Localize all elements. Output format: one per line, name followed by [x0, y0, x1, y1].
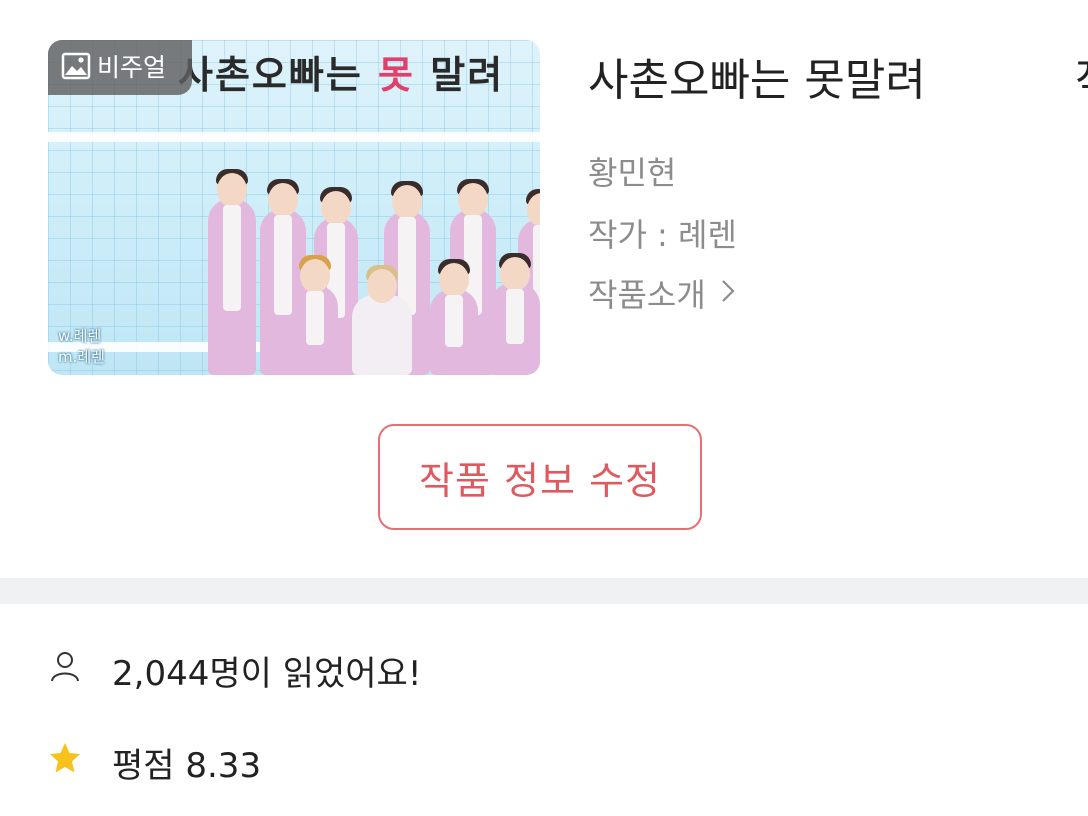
edit-work-info-button[interactable]: 작품 정보 수정	[378, 424, 702, 530]
image-icon	[61, 51, 91, 85]
cover-credit-writer: w.례렌	[58, 327, 102, 345]
cover-title-text: 사촌오빠는 못 말려	[178, 53, 505, 97]
work-intro-link[interactable]: 작품소개	[588, 270, 736, 316]
work-title-clipped: 작	[1075, 44, 1088, 108]
cover-stripe	[48, 132, 540, 142]
readers-count-text: 2,044명이 읽었어요!	[112, 654, 422, 694]
cover-group-photo	[198, 160, 540, 375]
cover-credit-maker: m.례렌	[58, 348, 105, 366]
section-divider	[0, 578, 1088, 604]
rating-stat: 평점 8.33	[48, 738, 261, 787]
person-icon	[48, 649, 82, 692]
work-intro-label: 작품소개	[588, 276, 706, 314]
readers-stat: 2,044명이 읽었어요!	[48, 646, 421, 695]
work-title: 사촌오빠는 못말려	[588, 55, 926, 106]
chevron-right-icon	[720, 274, 736, 312]
visual-badge: 비주얼	[48, 40, 192, 95]
cover-credit: w.례렌 m.례렌	[58, 326, 105, 368]
work-writer-line: 작가 : 례렌	[588, 216, 737, 254]
rating-text: 평점 8.33	[112, 746, 262, 786]
star-icon	[48, 741, 82, 784]
badge-label: 비주얼	[97, 53, 167, 82]
work-author-line: 황민현	[588, 154, 677, 192]
